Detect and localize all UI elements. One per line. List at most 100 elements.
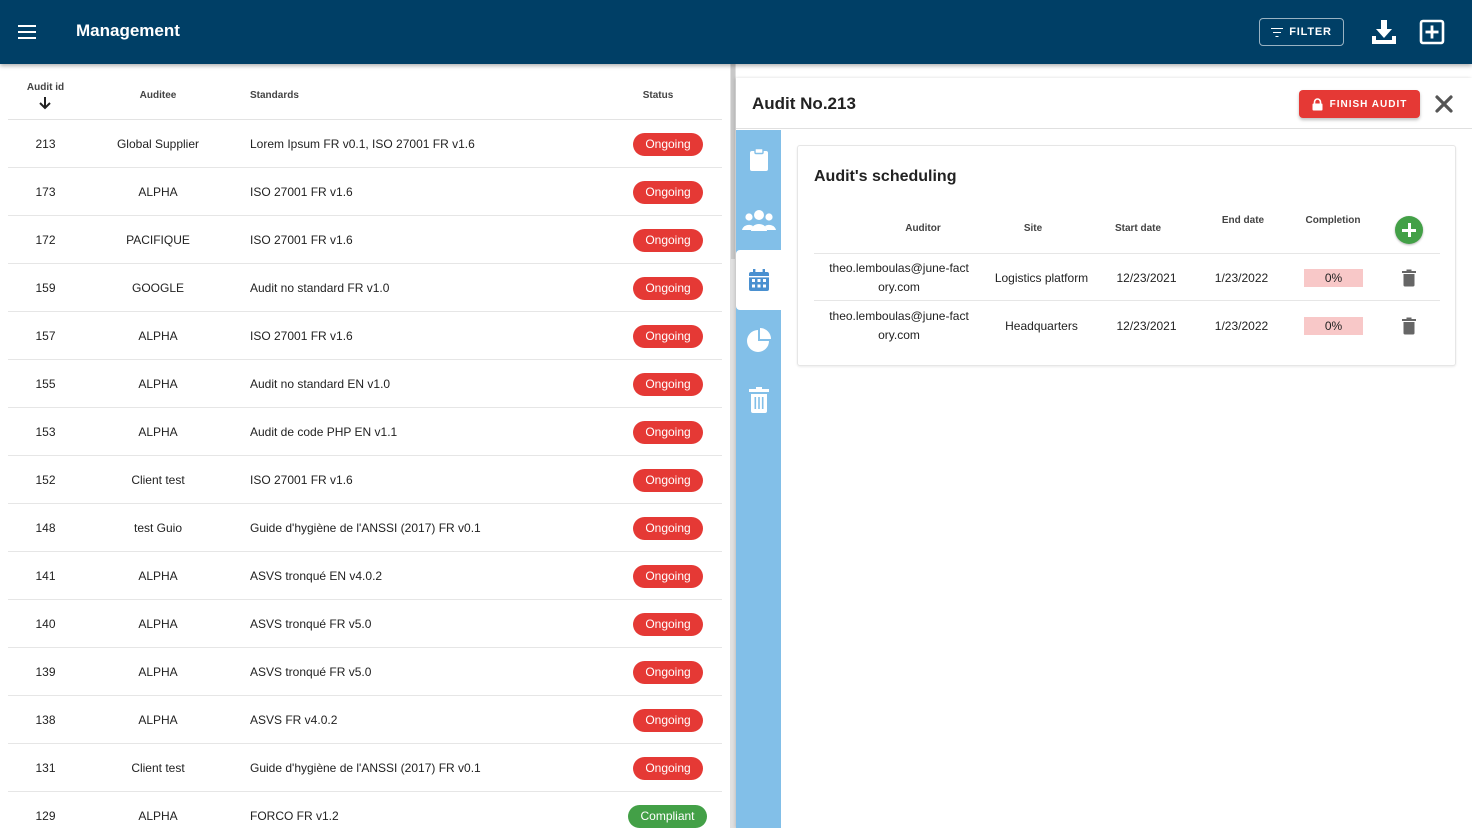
standards: FORCO FR v1.2 (250, 809, 339, 823)
add-audit-icon[interactable] (1419, 19, 1445, 45)
auditee: ALPHA (138, 665, 178, 679)
standards: ISO 27001 FR v1.6 (250, 329, 353, 343)
schedule-row: theo.lemboulas@june-factory.com Headquart… (814, 302, 1440, 350)
audit-id: 173 (35, 185, 56, 199)
column-header-auditor: Auditor (905, 223, 941, 234)
site-name: Headquarters (1005, 318, 1078, 333)
audit-id: 155 (35, 377, 56, 391)
scrollbar-thumb[interactable] (731, 64, 735, 259)
sort-arrow-down-icon[interactable] (38, 96, 52, 110)
page-title: Management (76, 21, 180, 40)
audits-table: Audit id Auditee Standards Status 213 Glo… (0, 64, 730, 828)
tab-delete[interactable] (736, 370, 781, 430)
table-row[interactable]: 153 ALPHA Audit de code PHP EN v1.1 Ongoing (8, 408, 722, 456)
tab-scheduling[interactable] (736, 250, 781, 310)
table-row[interactable]: 155 ALPHA Audit no standard EN v1.0 Ongoing (8, 360, 722, 408)
status-badge: Compliant (628, 805, 707, 828)
status-badge: Ongoing (633, 181, 703, 204)
delete-row-icon[interactable] (1400, 317, 1418, 335)
filter-button[interactable]: FILTER (1259, 18, 1344, 46)
table-row[interactable]: 157 ALPHA ISO 27001 FR v1.6 Ongoing (8, 312, 722, 360)
status-badge: Ongoing (633, 421, 703, 444)
status-badge: Ongoing (633, 565, 703, 588)
scheduling-card: Audit's scheduling Auditor Site Start da… (797, 145, 1456, 366)
end-date: 1/23/2022 (1214, 318, 1269, 333)
standards: Guide d'hygiène de l'ANSSI (2017) FR v0.… (250, 761, 481, 775)
standards: ISO 27001 FR v1.6 (250, 233, 353, 247)
auditee: GOOGLE (131, 281, 184, 295)
card-title: Audit's scheduling (814, 168, 957, 185)
audit-id: 153 (35, 425, 56, 439)
audit-id: 140 (35, 617, 56, 631)
audit-id: 138 (35, 713, 56, 727)
auditee: ALPHA (138, 377, 178, 391)
table-row[interactable]: 172 PACIFIQUE ISO 27001 FR v1.6 Ongoing (8, 216, 722, 264)
column-header-audit-id[interactable]: Audit id (8, 82, 83, 93)
table-row[interactable]: 139 ALPHA ASVS tronqué FR v5.0 Ongoing (8, 648, 722, 696)
people-icon (741, 210, 776, 231)
column-header-auditee[interactable]: Auditee (83, 90, 233, 101)
download-icon[interactable] (1370, 18, 1398, 46)
auditor-email: theo.lemboulas@june-factory.com (829, 261, 969, 294)
auditee: ALPHA (138, 617, 178, 631)
tab-statistics[interactable] (736, 310, 781, 370)
auditee: PACIFIQUE (126, 233, 190, 247)
column-header-status[interactable]: Status (623, 90, 693, 101)
status-badge: Ongoing (633, 325, 703, 348)
audit-id: 129 (35, 809, 56, 823)
audit-id: 148 (35, 521, 56, 535)
auditee: ALPHA (138, 809, 178, 823)
audit-id: 139 (35, 665, 56, 679)
audit-title: Audit No.213 (752, 94, 856, 113)
table-row[interactable]: 159 GOOGLE Audit no standard FR v1.0 Ongoin… (8, 264, 722, 312)
standards: Guide d'hygiène de l'ANSSI (2017) FR v0.… (250, 521, 481, 535)
clipboard-icon (749, 148, 768, 171)
column-header-standards[interactable]: Standards (250, 90, 299, 101)
finish-audit-label: FINISH AUDIT (1329, 98, 1408, 110)
table-row[interactable]: 148 test Guio Guide d'hygiène de l'ANSSI (… (8, 504, 722, 552)
table-row[interactable]: 129 ALPHA FORCO FR v1.2 Compliant (8, 792, 722, 828)
delete-row-icon[interactable] (1400, 269, 1418, 287)
filter-label: FILTER (1289, 26, 1332, 38)
table-row[interactable]: 173 ALPHA ISO 27001 FR v1.6 Ongoing (8, 168, 722, 216)
auditee: ALPHA (138, 329, 178, 343)
lock-icon (1312, 97, 1323, 110)
standards: ISO 27001 FR v1.6 (250, 473, 353, 487)
start-date: 12/23/2021 (1116, 318, 1177, 333)
table-row[interactable]: 131 Client test Guide d'hygiène de l'ANSSI… (8, 744, 722, 792)
auditee: Client test (131, 761, 185, 775)
status-badge: Ongoing (633, 613, 703, 636)
close-icon[interactable] (1434, 94, 1454, 114)
table-row[interactable]: 152 Client test ISO 27001 FR v1.6 Ongoing (8, 456, 722, 504)
audit-detail-panel: Audit No.213 FINISH AUDIT Audit's schedu… (736, 78, 1472, 828)
audit-id: 159 (35, 281, 56, 295)
status-badge: Ongoing (633, 757, 703, 780)
status-badge: Ongoing (633, 517, 703, 540)
table-row[interactable]: 140 ALPHA ASVS tronqué FR v5.0 Ongoing (8, 600, 722, 648)
status-badge: Ongoing (633, 229, 703, 252)
tab-audit-info[interactable] (736, 130, 781, 190)
menu-icon[interactable] (14, 18, 42, 46)
table-row[interactable]: 138 ALPHA ASVS FR v4.0.2 Ongoing (8, 696, 722, 744)
standards: Lorem Ipsum FR v0.1, ISO 27001 FR v1.6 (250, 137, 475, 151)
auditee: ALPHA (138, 569, 178, 583)
filter-icon (1271, 27, 1284, 37)
table-row[interactable]: 213 Global Supplier Lorem Ipsum FR v0.1, I… (8, 120, 722, 168)
table-row[interactable]: 141 ALPHA ASVS tronqué EN v4.0.2 Ongoing (8, 552, 722, 600)
column-header-site: Site (1023, 223, 1043, 234)
trash-icon (748, 387, 769, 413)
tab-participants[interactable] (736, 190, 781, 250)
calendar-icon (748, 269, 769, 291)
finish-audit-button[interactable]: FINISH AUDIT (1299, 90, 1420, 118)
auditee: ALPHA (138, 425, 178, 439)
completion-bar: 0% (1304, 317, 1363, 335)
end-date: 1/23/2022 (1214, 270, 1269, 285)
status-badge: Ongoing (633, 709, 703, 732)
auditee: ALPHA (138, 713, 178, 727)
standards: Audit no standard FR v1.0 (250, 281, 390, 295)
detail-header: Audit No.213 FINISH AUDIT (736, 78, 1472, 129)
audit-id: 152 (35, 473, 56, 487)
add-schedule-button[interactable] (1395, 216, 1423, 244)
auditee: Client test (131, 473, 185, 487)
standards: ASVS tronqué EN v4.0.2 (250, 569, 383, 583)
